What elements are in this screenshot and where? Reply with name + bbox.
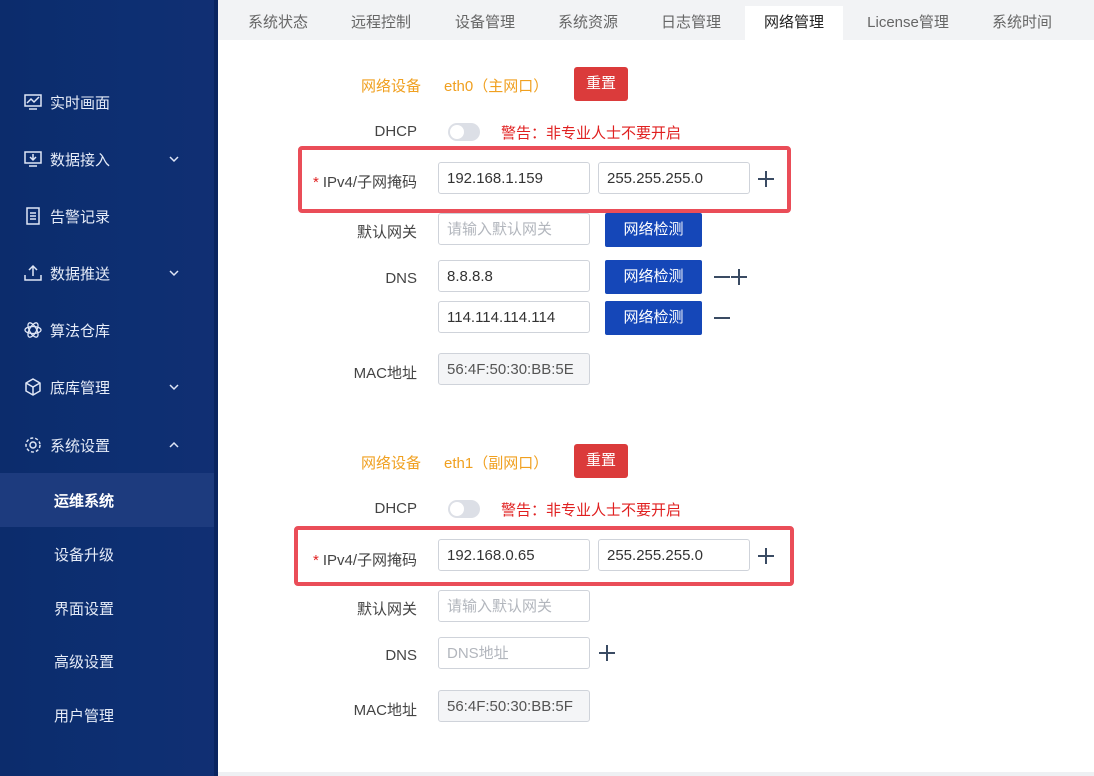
tab-license-management[interactable]: License管理: [854, 6, 962, 40]
cube-icon: [25, 378, 41, 396]
add-icon[interactable]: [756, 169, 776, 189]
reset-button[interactable]: 重置: [574, 67, 628, 101]
dhcp-toggle[interactable]: [448, 500, 480, 518]
sidebar-item-label: 告警记录: [50, 208, 111, 226]
ip-address-input[interactable]: 192.168.1.159: [438, 162, 590, 194]
chevron-down-icon: [169, 270, 179, 277]
mac-label: MAC地址: [353, 365, 417, 382]
sidebar-item-data-push[interactable]: 数据推送: [0, 253, 218, 293]
gateway-input[interactable]: 请输入默认网关: [438, 213, 590, 245]
tab-system-resources[interactable]: 系统资源: [540, 6, 636, 40]
data-input-icon: [24, 151, 42, 167]
dns-check-button-1[interactable]: 网络检测: [605, 260, 702, 294]
tab-bar: 系统状态 远程控制 设备管理 系统资源 日志管理 网络管理 License管理 …: [218, 0, 1094, 40]
sidebar-item-label: 系统设置: [50, 437, 111, 455]
chevron-up-icon: [169, 441, 179, 448]
dhcp-label: DHCP: [374, 500, 417, 517]
add-icon[interactable]: [729, 267, 749, 287]
network-device-name: eth0（主网口）: [444, 78, 549, 95]
sidebar-item-label: 数据接入: [50, 151, 111, 169]
gateway-label: 默认网关: [356, 601, 417, 618]
tab-remote-control[interactable]: 远程控制: [333, 6, 429, 40]
network-device-label: 网络设备: [361, 455, 422, 472]
dhcp-warning: 警告：非专业人士不要开启: [501, 502, 682, 519]
dhcp-toggle[interactable]: [448, 123, 480, 141]
gateway-label: 默认网关: [356, 224, 417, 241]
sidebar-item-library[interactable]: 底库管理: [0, 367, 218, 407]
tab-network-management[interactable]: 网络管理: [745, 6, 843, 40]
gateway-input[interactable]: 请输入默认网关: [438, 590, 590, 622]
ipv4-mask-label-text: IPv4/子网掩码: [322, 174, 417, 191]
network-check-button[interactable]: 网络检测: [605, 213, 702, 247]
dns-label: DNS: [385, 647, 417, 664]
mac-address-field: 56:4F:50:30:BB:5F: [438, 690, 590, 722]
chevron-down-icon: [169, 156, 179, 163]
tab-device-management[interactable]: 设备管理: [437, 6, 533, 40]
dns-label: DNS: [385, 270, 417, 287]
add-icon[interactable]: [597, 643, 617, 663]
network-device-name: eth1（副网口）: [444, 455, 549, 472]
dns-input-1[interactable]: 8.8.8.8: [438, 260, 590, 292]
sidebar-subitem-ui-settings[interactable]: 界面设置: [0, 581, 218, 635]
bottom-divider: [218, 772, 1094, 776]
ipv4-mask-label: * IPv4/子网掩码: [312, 174, 417, 191]
dhcp-label: DHCP: [374, 123, 417, 140]
dns-check-button-2[interactable]: 网络检测: [605, 301, 702, 335]
sidebar-item-label: 底库管理: [50, 379, 111, 397]
sidebar-item-system-settings[interactable]: 系统设置: [0, 425, 218, 465]
mac-address-field: 56:4F:50:30:BB:5E: [438, 353, 590, 385]
tab-log-management[interactable]: 日志管理: [643, 6, 739, 40]
document-list-icon: [26, 207, 40, 225]
subnet-mask-input[interactable]: 255.255.255.0: [598, 162, 750, 194]
sidebar-subitem-label: 高级设置: [54, 653, 115, 671]
sidebar-item-label: 数据推送: [50, 265, 111, 283]
mac-label: MAC地址: [353, 702, 417, 719]
ipv4-mask-label-text: IPv4/子网掩码: [322, 552, 417, 569]
sidebar-item-algorithm-repo[interactable]: 算法仓库: [0, 310, 218, 350]
sidebar: 实时画面 数据接入 告警记录 数据推送 算法仓库 底库管理 系统设置 运维系统 …: [0, 0, 218, 776]
gear-icon: [25, 437, 41, 453]
monitor-chart-icon: [24, 94, 42, 110]
add-icon[interactable]: [756, 546, 776, 566]
network-device-label: 网络设备: [361, 78, 422, 95]
reset-button[interactable]: 重置: [574, 444, 628, 478]
sidebar-item-realtime[interactable]: 实时画面: [0, 82, 218, 122]
algorithm-atom-icon: [24, 322, 42, 338]
sidebar-item-label: 算法仓库: [50, 322, 111, 340]
dhcp-warning: 警告：非专业人士不要开启: [501, 125, 682, 142]
sidebar-subitem-label: 界面设置: [54, 600, 115, 618]
sidebar-item-label: 实时画面: [50, 94, 111, 112]
sidebar-subitem-label: 运维系统: [54, 492, 115, 510]
sidebar-subitem-label: 用户管理: [54, 707, 115, 725]
sidebar-subitem-ops-system[interactable]: 运维系统: [0, 473, 218, 527]
tab-system-status[interactable]: 系统状态: [230, 6, 326, 40]
dns-input-2[interactable]: 114.114.114.114: [438, 301, 590, 333]
upload-tray-icon: [24, 264, 42, 281]
sidebar-subitem-label: 设备升级: [54, 546, 115, 564]
ip-address-input[interactable]: 192.168.0.65: [438, 539, 590, 571]
sidebar-item-alarm-records[interactable]: 告警记录: [0, 196, 218, 236]
minus-icon[interactable]: [712, 308, 732, 328]
tab-system-time[interactable]: 系统时间: [974, 6, 1070, 40]
sidebar-subitem-user-management[interactable]: 用户管理: [0, 688, 218, 742]
sidebar-item-data-input[interactable]: 数据接入: [0, 139, 218, 179]
ipv4-mask-label: * IPv4/子网掩码: [312, 552, 417, 569]
dns-input[interactable]: DNS地址: [438, 637, 590, 669]
sidebar-subitem-device-upgrade[interactable]: 设备升级: [0, 527, 218, 581]
chevron-down-icon: [169, 384, 179, 391]
sidebar-subitem-advanced-settings[interactable]: 高级设置: [0, 634, 218, 688]
subnet-mask-input[interactable]: 255.255.255.0: [598, 539, 750, 571]
